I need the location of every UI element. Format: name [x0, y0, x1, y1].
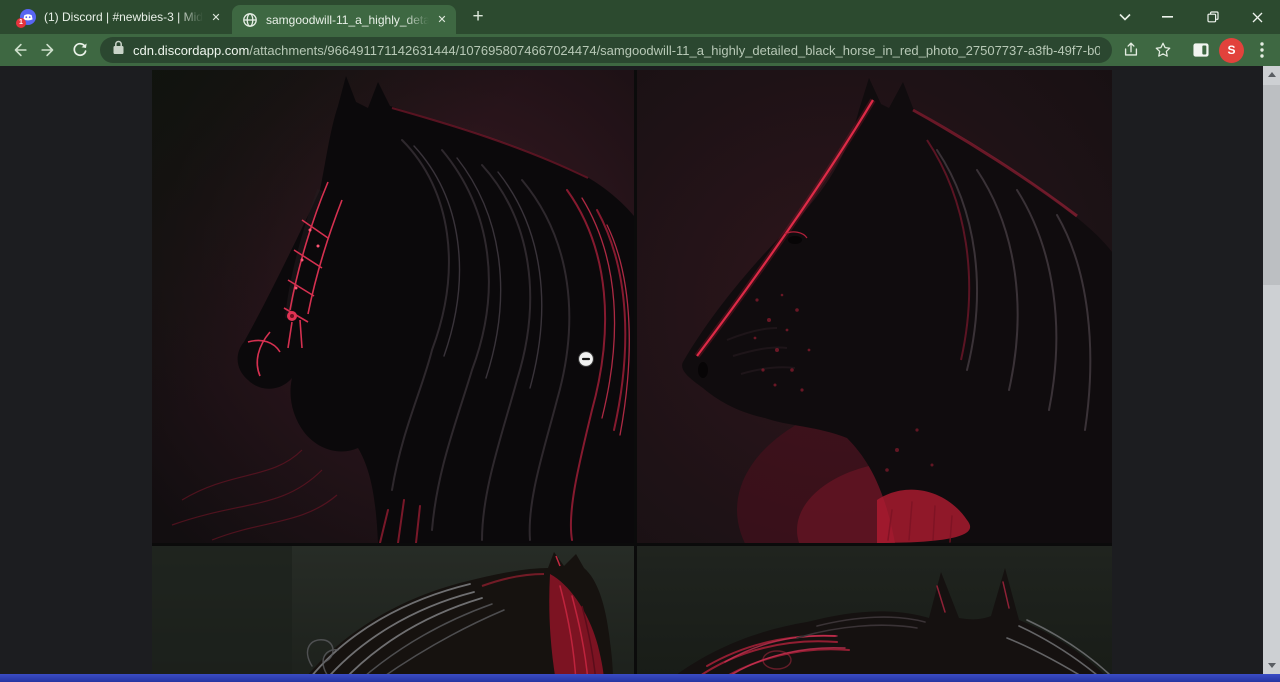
browser-window: 1 (1) Discord | #newbies-3 | Midjou ✕ sa…	[0, 0, 1280, 682]
toolbar-actions: S	[1117, 36, 1276, 64]
scroll-down-arrow-icon[interactable]	[1263, 657, 1280, 674]
close-window-button[interactable]	[1235, 0, 1280, 34]
vertical-scrollbar[interactable]	[1263, 66, 1280, 674]
image-panel-top-left	[152, 70, 634, 543]
side-panel-icon[interactable]	[1187, 36, 1215, 64]
image-panel-bottom-left	[152, 546, 634, 682]
new-tab-button[interactable]: +	[466, 6, 490, 30]
url-text: cdn.discordapp.com/attachments/966491171…	[133, 43, 1100, 58]
tab-title: (1) Discord | #newbies-3 | Midjou	[44, 10, 208, 24]
url-domain: cdn.discordapp.com	[133, 43, 249, 58]
share-icon[interactable]	[1117, 36, 1145, 64]
tab-image-active[interactable]: samgoodwill-11_a_highly_detaile ✕	[232, 5, 456, 34]
image-panel-top-right	[637, 70, 1112, 543]
globe-favicon-icon	[242, 12, 258, 28]
tab-discord[interactable]: 1 (1) Discord | #newbies-3 | Midjou ✕	[8, 0, 230, 34]
back-button[interactable]	[6, 36, 34, 64]
minimize-button[interactable]	[1145, 0, 1190, 34]
taskbar-edge	[0, 674, 1280, 682]
profile-avatar[interactable]: S	[1219, 38, 1244, 63]
page-content	[0, 66, 1280, 682]
image-panel-bottom-right	[637, 546, 1112, 682]
tab-bar: 1 (1) Discord | #newbies-3 | Midjou ✕ sa…	[0, 0, 1280, 34]
scrollbar-thumb[interactable]	[1263, 85, 1280, 285]
discord-favicon-icon: 1	[20, 9, 36, 25]
restore-button[interactable]	[1190, 0, 1235, 34]
notification-badge: 1	[16, 18, 26, 28]
url-path: /attachments/966491171142631444/10769580…	[249, 43, 1100, 58]
tab-close-button[interactable]: ✕	[434, 12, 450, 28]
tab-close-button[interactable]: ✕	[208, 9, 224, 25]
forward-button[interactable]	[34, 36, 62, 64]
horse-image-grid[interactable]	[152, 70, 1112, 682]
reload-button[interactable]	[66, 36, 94, 64]
tab-search-chevron-icon[interactable]	[1105, 0, 1145, 34]
ssl-padlock-icon[interactable]	[112, 40, 125, 60]
window-controls	[1105, 0, 1280, 34]
scroll-up-arrow-icon[interactable]	[1263, 66, 1280, 83]
navigation-toolbar: cdn.discordapp.com/attachments/966491171…	[0, 34, 1280, 66]
bookmark-star-icon[interactable]	[1149, 36, 1177, 64]
address-bar[interactable]: cdn.discordapp.com/attachments/966491171…	[100, 37, 1112, 63]
browser-menu-dots-icon[interactable]	[1248, 36, 1276, 64]
tab-title: samgoodwill-11_a_highly_detaile	[266, 13, 434, 27]
